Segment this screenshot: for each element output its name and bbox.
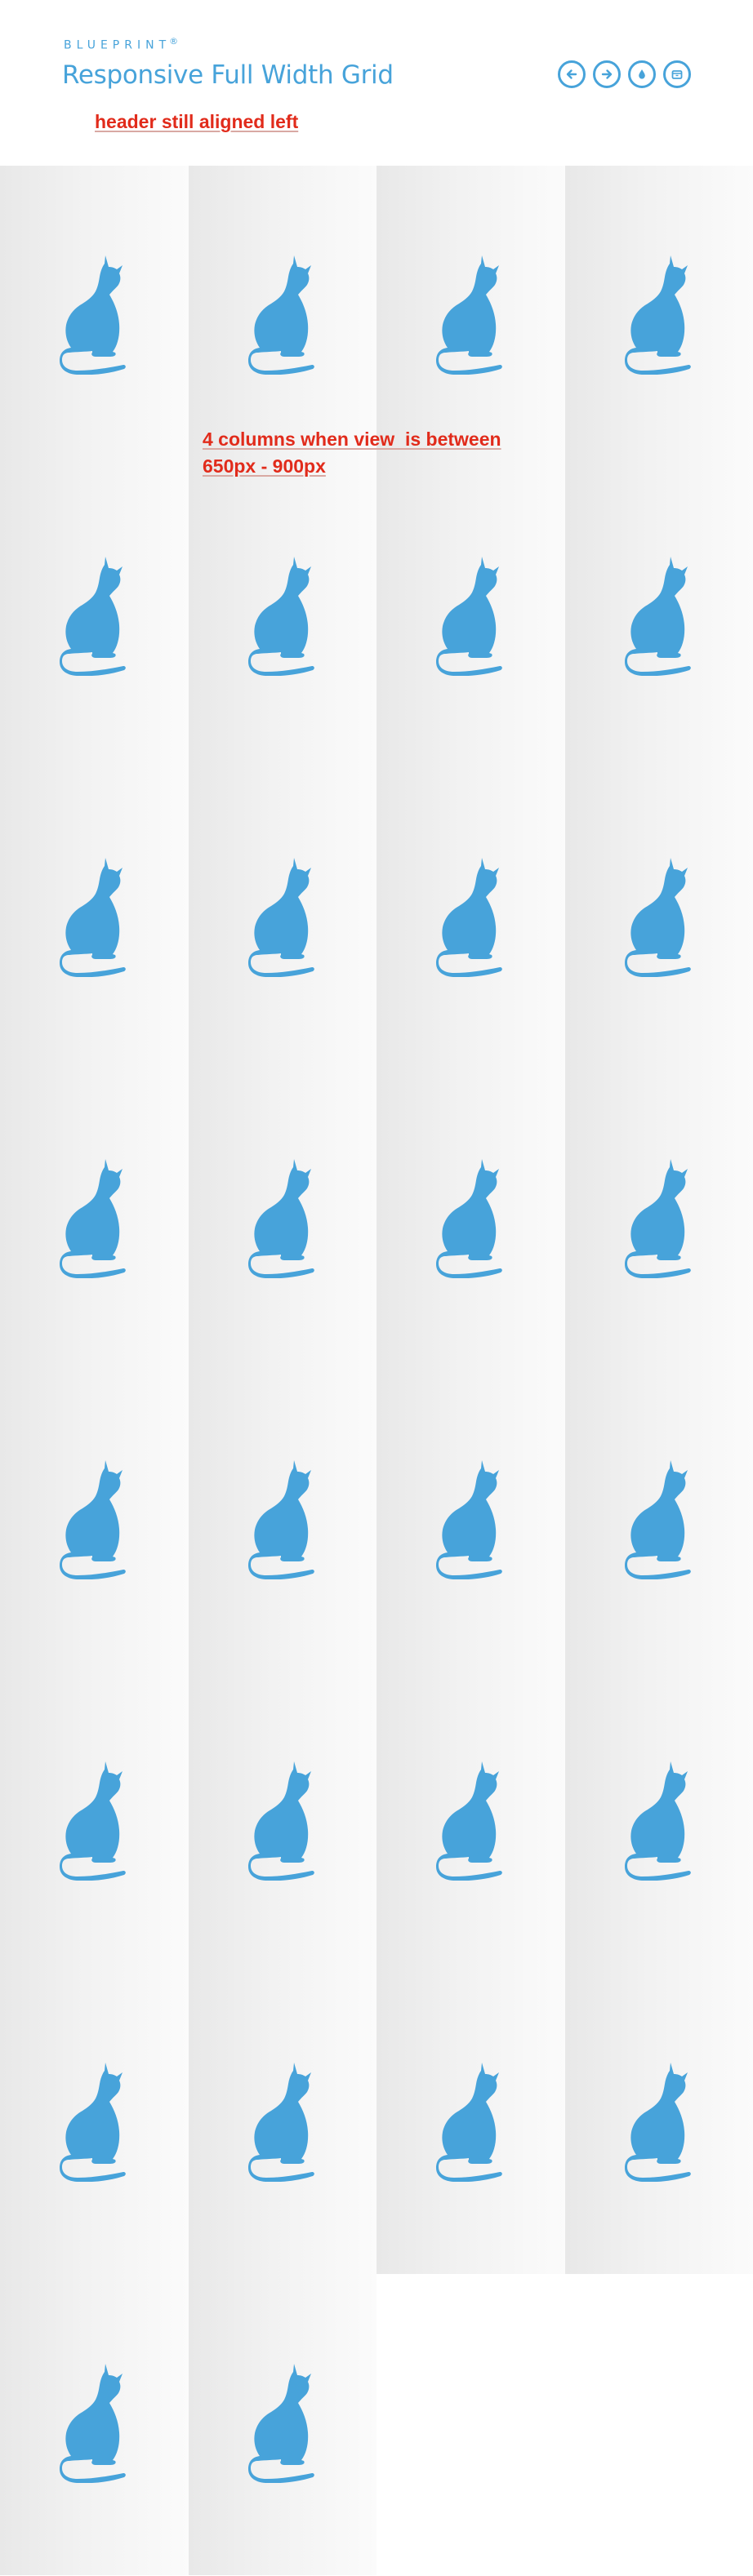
cat-silhouette-icon [60,255,126,375]
grid-item[interactable] [564,1672,753,1973]
cat-silhouette-icon [247,2063,314,2182]
grid-item[interactable] [0,768,189,1069]
grid-item[interactable] [0,1370,189,1672]
cat-silhouette-icon [60,1159,126,1278]
cat-silhouette-icon [60,1460,126,1579]
grid-item[interactable] [564,467,753,768]
cat-silhouette-icon [60,1761,126,1881]
cat-silhouette-icon [624,1761,691,1881]
cat-silhouette-icon [624,1159,691,1278]
grid-item[interactable] [376,1672,565,1973]
cat-silhouette-icon [436,255,502,375]
grid-item[interactable] [0,1973,189,2274]
grid-item[interactable] [0,2274,189,2575]
annotation-columns-line-2: 650px - 900px [203,455,326,477]
cat-silhouette-icon [436,1460,502,1579]
back-to-article-button[interactable] [663,60,691,88]
grid-item[interactable] [188,166,376,467]
registered-mark: ® [169,36,179,47]
grid-item[interactable] [376,1370,565,1672]
grid-item[interactable] [188,1069,376,1370]
grid-item[interactable] [564,768,753,1069]
cat-silhouette-icon [60,2364,126,2483]
cat-silhouette-icon [60,2063,126,2182]
header-nav [558,60,691,88]
cat-silhouette-icon [436,858,502,977]
codrops-button[interactable] [628,60,656,88]
arrow-right-icon [601,69,613,79]
grid-item[interactable] [188,2274,376,2575]
grid-item[interactable] [564,1069,753,1370]
cat-silhouette-icon [60,858,126,977]
grid-item[interactable] [0,1672,189,1973]
grid-item[interactable] [0,166,189,467]
grid-item[interactable] [188,1672,376,1973]
cat-silhouette-icon [247,2364,314,2483]
previous-demo-button[interactable] [558,60,586,88]
annotation-header-note: header still aligned left [95,111,299,132]
grid-item[interactable] [188,467,376,768]
brand-name: BLUEPRINT [64,38,172,52]
image-grid [0,166,753,2575]
grid-item[interactable] [188,768,376,1069]
archive-icon [671,70,683,79]
cat-silhouette-icon [436,2063,502,2182]
grid-item[interactable] [376,1973,565,2274]
cat-silhouette-icon [247,255,314,375]
cat-silhouette-icon [60,557,126,676]
grid-item[interactable] [376,768,565,1069]
cat-silhouette-icon [624,2063,691,2182]
cat-silhouette-icon [247,1460,314,1579]
grid-item[interactable] [0,1069,189,1370]
grid-item[interactable] [376,1069,565,1370]
cat-silhouette-icon [247,858,314,977]
cat-silhouette-icon [436,1761,502,1881]
grid-item[interactable] [0,467,189,768]
grid-item[interactable] [188,1370,376,1672]
cat-silhouette-icon [624,255,691,375]
grid-item[interactable] [564,1973,753,2274]
arrow-left-icon [566,69,577,79]
page-title: Responsive Full Width Grid [62,60,394,90]
page-header: BLUEPRINT® Responsive Full Width Grid he… [0,0,753,166]
grid-item[interactable] [188,1973,376,2274]
cat-silhouette-icon [624,557,691,676]
next-demo-button[interactable] [593,60,621,88]
grid-item[interactable] [564,1370,753,1672]
cat-silhouette-icon [436,557,502,676]
grid-item[interactable] [564,166,753,467]
drop-icon [639,69,645,79]
grid-item[interactable] [376,166,565,467]
cat-silhouette-icon [247,1761,314,1881]
brand-logo[interactable]: BLUEPRINT® [64,36,178,52]
cat-silhouette-icon [624,1460,691,1579]
cat-silhouette-icon [247,1159,314,1278]
cat-silhouette-icon [247,557,314,676]
grid-item[interactable] [376,467,565,768]
annotation-columns-note: 4 columns when view is between 650px - 9… [203,426,501,480]
cat-silhouette-icon [624,858,691,977]
cat-silhouette-icon [436,1159,502,1278]
annotation-columns-line-1: 4 columns when view is between [203,429,501,450]
